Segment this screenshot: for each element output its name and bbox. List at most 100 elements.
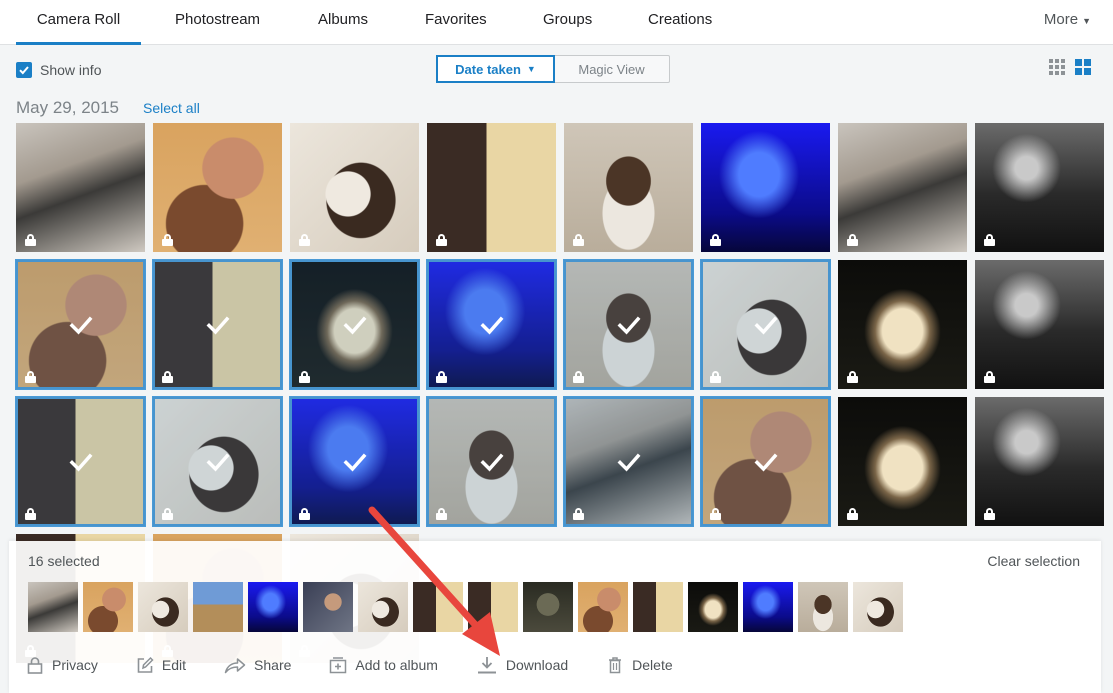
select-all-link[interactable]: Select all xyxy=(143,100,200,116)
selected-thumbnail[interactable] xyxy=(358,582,408,632)
selected-thumbnail[interactable] xyxy=(523,582,573,632)
photo-tile[interactable] xyxy=(838,260,967,389)
photo-tile[interactable] xyxy=(838,123,967,252)
private-lock-icon xyxy=(847,508,858,520)
show-info-toggle[interactable]: Show info xyxy=(16,62,101,78)
photo-tile[interactable] xyxy=(152,259,283,390)
photo-tile[interactable] xyxy=(700,259,831,390)
selected-thumbnail[interactable] xyxy=(468,582,518,632)
photo-tile[interactable] xyxy=(975,397,1104,526)
private-lock-icon xyxy=(299,371,310,383)
lock-icon xyxy=(27,657,43,674)
selected-thumbnails xyxy=(28,582,903,632)
photo-tile[interactable] xyxy=(427,123,556,252)
checkmark-icon xyxy=(617,453,640,472)
selected-count: 16 selected xyxy=(28,553,100,569)
checkmark-icon xyxy=(754,316,777,335)
private-lock-icon xyxy=(710,371,721,383)
selected-thumbnail[interactable] xyxy=(193,582,243,632)
download-label: Download xyxy=(505,657,569,673)
selected-thumbnail[interactable] xyxy=(633,582,683,632)
edit-button[interactable]: Edit xyxy=(136,656,186,674)
selection-tray: 16 selected Clear selection Privacy Edit… xyxy=(9,541,1101,693)
private-lock-icon xyxy=(984,234,995,246)
caret-down-icon: ▼ xyxy=(526,64,536,74)
magic-view-button[interactable]: Magic View xyxy=(554,56,669,82)
clear-selection-link[interactable]: Clear selection xyxy=(987,553,1080,569)
photo-tile[interactable] xyxy=(16,123,145,252)
small-grid-icon[interactable] xyxy=(1049,59,1065,75)
date-taken-button[interactable]: Date taken ▼ xyxy=(436,55,555,83)
photo-tile[interactable] xyxy=(563,259,694,390)
photo-tile[interactable] xyxy=(289,396,420,527)
selected-thumbnail[interactable] xyxy=(743,582,793,632)
view-toggle: Date taken ▼ Magic View xyxy=(436,55,670,83)
caret-down-icon: ▼ xyxy=(1082,16,1091,26)
checkmark-icon xyxy=(69,453,92,472)
tab-albums[interactable]: Albums xyxy=(318,0,368,45)
private-lock-icon xyxy=(847,234,858,246)
magic-view-label: Magic View xyxy=(578,61,645,77)
add-to-album-button[interactable]: Add to album xyxy=(329,656,438,674)
tab-camera-roll[interactable]: Camera Roll xyxy=(16,0,141,45)
private-lock-icon xyxy=(984,508,995,520)
photo-tile[interactable] xyxy=(290,123,419,252)
more-menu[interactable]: More ▼ xyxy=(1044,0,1091,41)
edit-icon xyxy=(137,656,154,673)
selected-thumbnail[interactable] xyxy=(798,582,848,632)
privacy-button[interactable]: Privacy xyxy=(26,656,98,674)
tab-photostream[interactable]: Photostream xyxy=(175,0,260,45)
photo-tile[interactable] xyxy=(838,397,967,526)
delete-button[interactable]: Delete xyxy=(606,656,673,674)
private-lock-icon xyxy=(25,371,36,383)
photo-tile[interactable] xyxy=(426,259,557,390)
private-lock-icon xyxy=(162,234,173,246)
photo-tile[interactable] xyxy=(289,259,420,390)
photo-tile[interactable] xyxy=(975,260,1104,389)
selected-thumbnail[interactable] xyxy=(28,582,78,632)
checkmark-icon xyxy=(480,316,503,335)
top-nav: Camera Roll Photostream Albums Favorites… xyxy=(0,0,1113,45)
private-lock-icon xyxy=(573,234,584,246)
selected-thumbnail[interactable] xyxy=(303,582,353,632)
private-lock-icon xyxy=(436,234,447,246)
add-to-album-label: Add to album xyxy=(355,657,438,673)
share-button[interactable]: Share xyxy=(224,656,291,674)
photo-tile[interactable] xyxy=(975,123,1104,252)
large-grid-icon[interactable] xyxy=(1075,59,1091,75)
selected-thumbnail[interactable] xyxy=(83,582,133,632)
photo-tile[interactable] xyxy=(152,396,283,527)
photo-tile[interactable] xyxy=(15,396,146,527)
checkmark-icon xyxy=(617,316,640,335)
private-lock-icon xyxy=(847,371,858,383)
selected-thumbnail[interactable] xyxy=(138,582,188,632)
tab-favorites[interactable]: Favorites xyxy=(425,0,487,45)
selected-thumbnail[interactable] xyxy=(688,582,738,632)
private-lock-icon xyxy=(299,234,310,246)
checkbox-checked-icon[interactable] xyxy=(16,62,32,78)
more-label: More xyxy=(1043,11,1079,28)
selected-thumbnail[interactable] xyxy=(248,582,298,632)
tab-groups[interactable]: Groups xyxy=(543,0,592,45)
photo-tile[interactable] xyxy=(426,396,557,527)
photo-tile[interactable] xyxy=(15,259,146,390)
tab-creations[interactable]: Creations xyxy=(648,0,712,45)
photo-tile[interactable] xyxy=(563,396,694,527)
private-lock-icon xyxy=(573,371,584,383)
private-lock-icon xyxy=(162,645,173,657)
add-to-album-icon xyxy=(330,657,347,674)
selected-thumbnail[interactable] xyxy=(413,582,463,632)
show-info-label: Show info xyxy=(40,62,102,78)
photo-tile[interactable] xyxy=(701,123,830,252)
photo-tile[interactable] xyxy=(564,123,693,252)
photo-tile[interactable] xyxy=(153,123,282,252)
private-lock-icon xyxy=(573,508,584,520)
private-lock-icon xyxy=(25,645,36,657)
photo-tile[interactable] xyxy=(700,396,831,527)
selected-thumbnail[interactable] xyxy=(578,582,628,632)
selected-thumbnail[interactable] xyxy=(853,582,903,632)
private-lock-icon xyxy=(710,508,721,520)
download-button[interactable]: Download xyxy=(476,655,568,675)
checkmark-icon xyxy=(754,453,777,472)
checkmark-icon xyxy=(343,453,366,472)
